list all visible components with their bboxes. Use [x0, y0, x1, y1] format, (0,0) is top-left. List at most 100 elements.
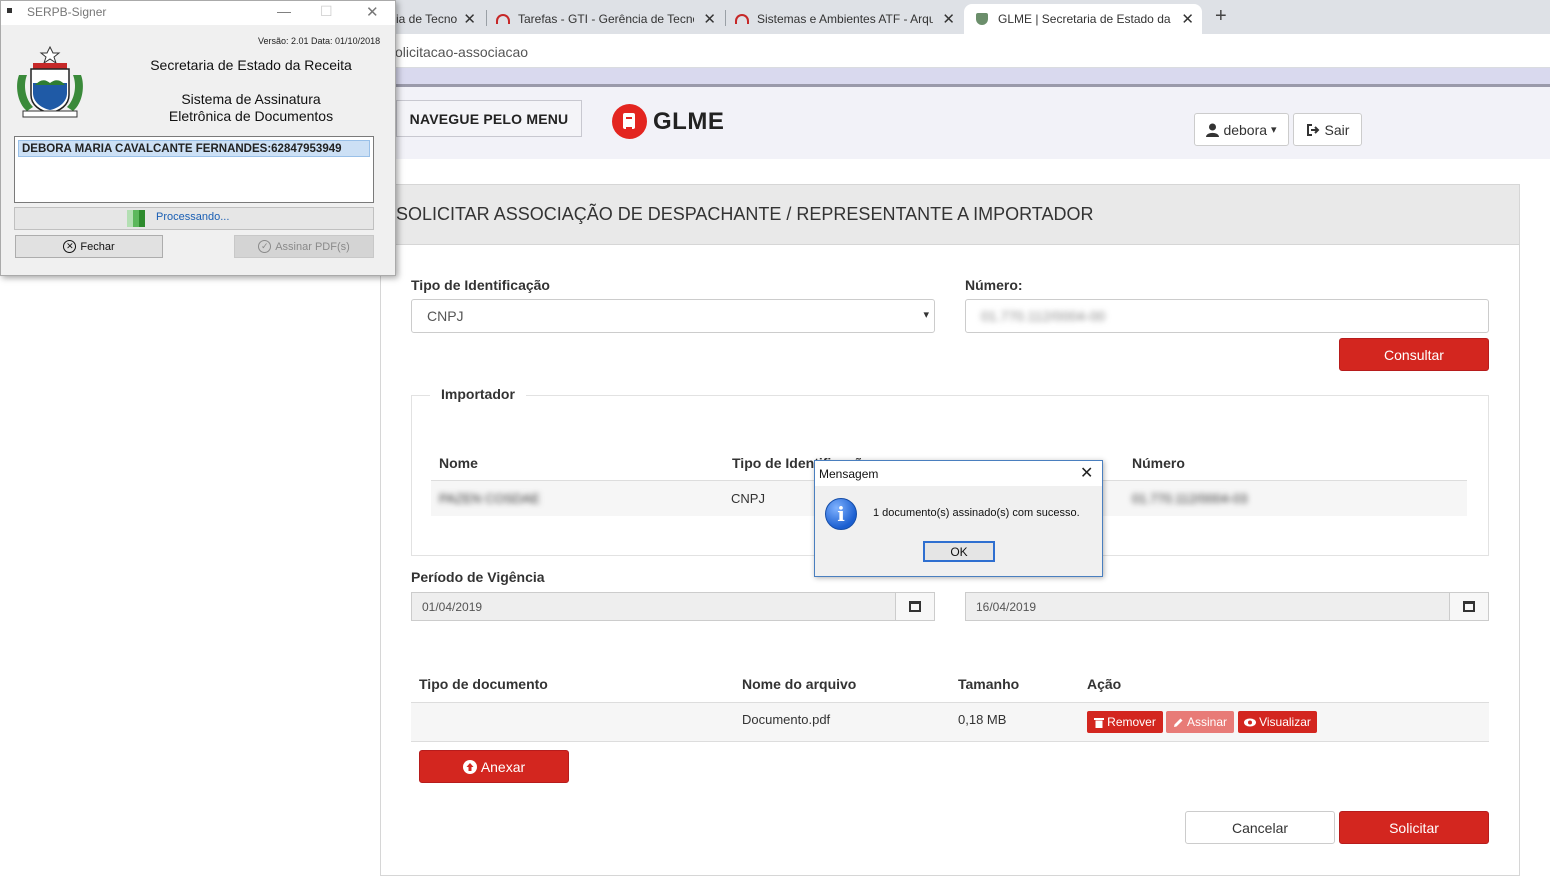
tipo-identificacao-select[interactable]: CNPJ ▾ [411, 299, 935, 333]
progress-indicator-icon [127, 210, 145, 227]
doc-col-tamanho: Tamanho [958, 676, 1020, 692]
close-icon[interactable]: ✕ [1080, 463, 1093, 483]
fechar-button[interactable]: ✕ Fechar [15, 235, 163, 258]
cancelar-button[interactable]: Cancelar [1185, 811, 1335, 844]
serpb-signer-window: SERPB-Signer — ☐ ✕ Versão: 2.01 Data: 01… [0, 0, 396, 276]
fechar-label: Fechar [80, 240, 115, 253]
assinar-pdf-button: ✓ Assinar PDF(s) [234, 235, 374, 258]
address-url: olicitacao-associacao [395, 44, 529, 60]
signer-titlebar[interactable]: SERPB-Signer — ☐ ✕ [1, 1, 395, 25]
minimize-icon[interactable]: — [277, 3, 291, 19]
logout-button[interactable]: Sair [1293, 113, 1362, 146]
trash-icon [1094, 717, 1105, 728]
user-menu-button[interactable]: debora ▾ [1194, 113, 1289, 146]
doc-tamanho: 0,18 MB [958, 712, 1007, 727]
info-icon: i [825, 498, 857, 530]
signer-org: Secretaria de Estado da Receita [150, 57, 352, 73]
user-name: debora [1223, 121, 1268, 138]
numero-label: Número: [965, 277, 1023, 293]
tab-favicon-icon [976, 13, 988, 25]
browser-tab-4-active[interactable]: GLME | Secretaria de Estado da R ✕ [964, 4, 1202, 34]
signer-system-line1: Sistema de Assinatura [181, 91, 321, 107]
solicitar-button[interactable]: Solicitar [1339, 811, 1489, 844]
calendar-icon [909, 601, 921, 612]
numero-value: 01.770.112/0004-00 [981, 308, 1106, 324]
eye-icon [1244, 718, 1257, 726]
user-icon [1206, 123, 1220, 137]
remover-label: Remover [1107, 715, 1156, 729]
browser-tab-3[interactable]: Sistemas e Ambientes ATF - Arqu ✕ [727, 4, 963, 34]
importador-legend: Importador [430, 386, 526, 402]
visualizar-button[interactable]: Visualizar [1238, 711, 1317, 733]
tab-title: Sistemas e Ambientes ATF - Arqu [757, 12, 933, 26]
message-dialog: Mensagem ✕ i 1 documento(s) assinado(s) … [814, 460, 1103, 577]
vigencia-label: Período de Vigência [411, 569, 545, 585]
doc-col-acao: Ação [1087, 676, 1122, 692]
numero-input[interactable]: 01.770.112/0004-00 [965, 299, 1489, 333]
tab-close-icon[interactable]: ✕ [1181, 10, 1194, 28]
maximize-icon: ☐ [320, 3, 333, 19]
pencil-icon [1173, 718, 1183, 727]
doc-nome: Documento.pdf [742, 712, 831, 727]
anexar-button[interactable]: Anexar [419, 750, 569, 783]
navigate-menu-button[interactable]: NAVEGUE PELO MENU [396, 100, 582, 137]
doc-col-tipo: Tipo de documento [419, 676, 548, 692]
logout-label: Sair [1324, 121, 1350, 138]
col-header-nome: Nome [439, 455, 478, 471]
page-title: SOLICITAR ASSOCIAÇÃO DE DESPACHANTE / RE… [396, 204, 1094, 224]
calendar-start-button[interactable] [895, 592, 935, 621]
calendar-icon [1463, 601, 1475, 612]
assinar-button[interactable]: Assinar [1166, 711, 1234, 733]
browser-tab-2[interactable]: Tarefas - GTI - Gerência de Tecno ✕ [488, 4, 724, 34]
upload-icon [462, 759, 477, 774]
vigencia-start-input[interactable]: 01/04/2019 [411, 592, 896, 621]
vigencia-end-input[interactable]: 16/04/2019 [965, 592, 1450, 621]
dialog-titlebar[interactable]: Mensagem ✕ [815, 461, 1102, 486]
sign-out-icon [1306, 123, 1319, 136]
new-tab-button[interactable]: + [1215, 5, 1227, 28]
close-icon[interactable]: ✕ [366, 3, 379, 21]
signer-system-line2: Eletrônica de Documentos [168, 108, 334, 124]
signer-title: SERPB-Signer [27, 5, 107, 19]
importador-nome: PAZEN COSDAE [439, 491, 540, 506]
browser-tab-1[interactable]: ia de Tecno ✕ [396, 4, 484, 34]
certificate-list[interactable]: DEBORA MARIA CAVALCANTE FERNANDES:628479… [14, 136, 374, 203]
certificate-item[interactable]: DEBORA MARIA CAVALCANTE FERNANDES:628479… [18, 140, 370, 157]
assinar-label: Assinar [1186, 715, 1227, 729]
tab-favicon-icon [496, 14, 510, 24]
tab-title: ia de Tecno [396, 12, 458, 26]
signer-version: Versão: 2.01 Data: 01/10/2018 [258, 36, 381, 46]
vigencia-start-value: 01/04/2019 [422, 599, 483, 614]
paraiba-crest-icon [17, 45, 83, 118]
glme-logo-icon [612, 104, 647, 139]
close-circle-icon: ✕ [63, 240, 77, 253]
consultar-button[interactable]: Consultar [1339, 338, 1489, 371]
ok-button[interactable]: OK [923, 541, 995, 562]
dialog-title: Mensagem [819, 467, 879, 481]
chevron-down-icon: ▾ [923, 309, 929, 321]
vigencia-end-value: 16/04/2019 [976, 599, 1037, 614]
importador-tipo: CNPJ [731, 491, 765, 506]
table-row [411, 702, 1489, 742]
tab-title: Tarefas - GTI - Gerência de Tecno [518, 12, 694, 26]
glme-logo: GLME [612, 104, 724, 139]
app-icon [7, 8, 12, 13]
col-header-numero: Número [1132, 455, 1185, 471]
anexar-label: Anexar [480, 758, 526, 775]
tipo-identificacao-label: Tipo de Identificação [411, 277, 550, 293]
tab-close-icon[interactable]: ✕ [703, 10, 716, 28]
tab-title: GLME | Secretaria de Estado da R [998, 12, 1174, 26]
importador-numero: 01.770.112/0004-03 [1132, 491, 1248, 506]
tab-close-icon[interactable]: ✕ [942, 10, 955, 28]
chevron-down-icon: ▾ [1271, 124, 1277, 136]
dialog-message: 1 documento(s) assinado(s) com sucesso. [873, 507, 1080, 519]
calendar-end-button[interactable] [1449, 592, 1489, 621]
doc-col-nome: Nome do arquivo [742, 676, 857, 692]
tipo-identificacao-value: CNPJ [427, 308, 464, 324]
processing-status: Processando... [156, 211, 230, 223]
tab-close-icon[interactable]: ✕ [463, 10, 476, 28]
remover-button[interactable]: Remover [1087, 711, 1163, 733]
logo-text: GLME [653, 107, 725, 135]
visualizar-label: Visualizar [1259, 715, 1311, 729]
tab-favicon-icon [735, 14, 749, 24]
